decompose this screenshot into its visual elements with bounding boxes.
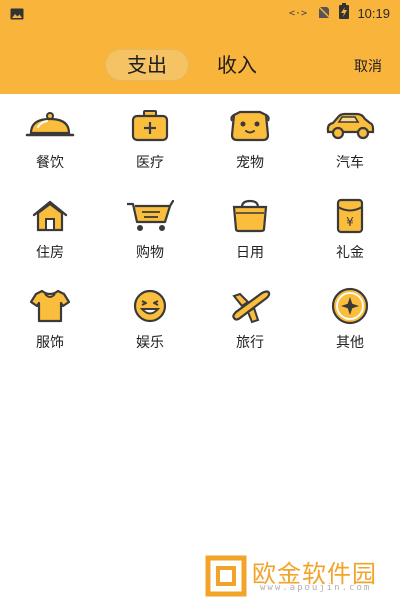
category-gift-money[interactable]: ¥ 礼金 (300, 196, 400, 286)
cancel-button[interactable]: 取消 (354, 56, 382, 76)
category-label: 其他 (336, 335, 364, 351)
clothing-icon (24, 286, 76, 326)
watermark: 欧金软件园 www.apoujin.com (200, 550, 400, 600)
no-sim-icon (317, 4, 331, 23)
category-label: 娱乐 (136, 335, 164, 351)
category-housing[interactable]: 住房 (0, 196, 100, 286)
svg-text:¥: ¥ (346, 215, 354, 229)
medical-kit-icon (124, 106, 176, 146)
status-time: 10:19 (357, 5, 390, 21)
airplane-icon (224, 286, 276, 326)
watermark-url: www.apoujin.com (260, 583, 372, 593)
food-cover-icon (24, 106, 76, 146)
category-car[interactable]: 汽车 (300, 106, 400, 196)
category-label: 旅行 (236, 335, 264, 351)
category-pet[interactable]: 宠物 (200, 106, 300, 196)
category-label: 礼金 (336, 245, 364, 261)
tab-expense[interactable]: 支出 (105, 49, 189, 81)
header: 支出 收入 取消 (0, 24, 400, 94)
category-label: 汽车 (336, 155, 364, 171)
category-daily[interactable]: 日用 (200, 196, 300, 286)
category-other[interactable]: 其他 (300, 286, 400, 376)
battery-charging-icon (339, 3, 350, 23)
vpn-icon: <·> (289, 4, 309, 23)
category-shopping[interactable]: 购物 (100, 196, 200, 286)
tab-income[interactable]: 收入 (195, 49, 279, 81)
category-clothing[interactable]: 服饰 (0, 286, 100, 376)
category-travel[interactable]: 旅行 (200, 286, 300, 376)
category-entertainment[interactable]: 娱乐 (100, 286, 200, 376)
category-label: 服饰 (36, 335, 64, 351)
category-label: 餐饮 (36, 155, 64, 171)
category-food[interactable]: 餐饮 (0, 106, 100, 196)
category-label: 日用 (236, 245, 264, 261)
image-notification-icon (10, 5, 24, 24)
category-label: 医疗 (136, 155, 164, 171)
category-label: 住房 (36, 245, 64, 261)
other-coin-icon (324, 286, 376, 326)
category-label: 购物 (136, 245, 164, 261)
house-icon (24, 196, 76, 236)
car-icon (324, 106, 376, 146)
category-grid: 餐饮 医疗 宠物 汽车 住房 购物 日用 ¥ 礼金 服饰 娱乐 旅行 其他 (0, 94, 400, 376)
pet-icon (224, 106, 276, 146)
svg-text:<·>: <·> (289, 8, 307, 19)
category-medical[interactable]: 医疗 (100, 106, 200, 196)
daily-bag-icon (224, 196, 276, 236)
shopping-cart-icon (124, 196, 176, 236)
status-bar: <·> 10:19 (0, 0, 400, 24)
type-tabs: 支出 收入 (105, 49, 279, 81)
category-label: 宠物 (236, 155, 264, 171)
watermark-logo-icon (204, 554, 248, 602)
gift-money-icon: ¥ (324, 196, 376, 236)
smile-face-icon (124, 286, 176, 326)
